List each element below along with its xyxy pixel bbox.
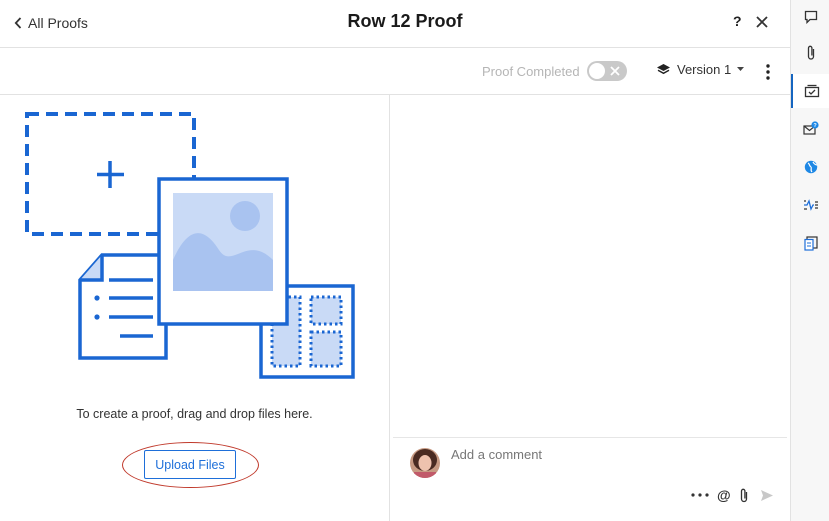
- rail-proofs[interactable]: [791, 74, 829, 108]
- rail-attachments[interactable]: [791, 36, 829, 70]
- more-comment-options-icon[interactable]: [691, 486, 709, 504]
- globe-icon: [804, 160, 817, 174]
- help-button[interactable]: ?: [733, 13, 742, 29]
- send-icon[interactable]: [760, 486, 774, 504]
- attach-icon[interactable]: [739, 486, 751, 504]
- rail-summary[interactable]: [791, 226, 829, 260]
- close-icon[interactable]: [755, 12, 769, 32]
- proof-completed-toggle[interactable]: [587, 61, 627, 81]
- more-options-icon[interactable]: [763, 63, 773, 81]
- comment-separator: [393, 437, 787, 438]
- summary-icon: [803, 235, 818, 251]
- proof-completed-label: Proof Completed: [482, 64, 580, 79]
- upload-illustration: [25, 112, 355, 379]
- caret-down-icon: [737, 67, 745, 71]
- panel-header: All Proofs Row 12 Proof ?: [0, 0, 790, 48]
- version-dropdown[interactable]: Version 1: [656, 62, 745, 77]
- document-icon: [78, 253, 168, 360]
- dropzone-hint: To create a proof, drag and drop files h…: [76, 407, 313, 421]
- attachment-icon: [807, 45, 814, 60]
- activity-icon: [803, 199, 818, 211]
- pane-divider: [389, 95, 390, 521]
- toggle-off-icon: [610, 66, 620, 76]
- upload-area: Upload Files: [122, 442, 259, 488]
- rail-activity-log[interactable]: [791, 188, 829, 222]
- update-requests-icon: ?: [802, 121, 819, 135]
- photo-icon: [157, 177, 289, 326]
- avatar: [410, 448, 440, 478]
- proof-toolbar: Proof Completed Version 1: [0, 49, 790, 95]
- plus-icon: [97, 161, 124, 188]
- rail-update-requests[interactable]: ?: [791, 112, 829, 146]
- toggle-knob: [589, 63, 605, 79]
- comment-icon: [804, 10, 817, 24]
- layers-icon: [657, 64, 670, 75]
- right-rail: ?: [790, 0, 829, 521]
- page-title: Row 12 Proof: [347, 11, 463, 31]
- version-label: Version 1: [677, 62, 732, 77]
- upload-files-button[interactable]: Upload Files: [144, 450, 236, 479]
- comment-input[interactable]: [451, 447, 771, 462]
- rail-publish[interactable]: [791, 150, 829, 184]
- proof-icon: [804, 84, 819, 98]
- rail-comments[interactable]: [791, 0, 829, 34]
- mention-button[interactable]: @: [717, 486, 731, 504]
